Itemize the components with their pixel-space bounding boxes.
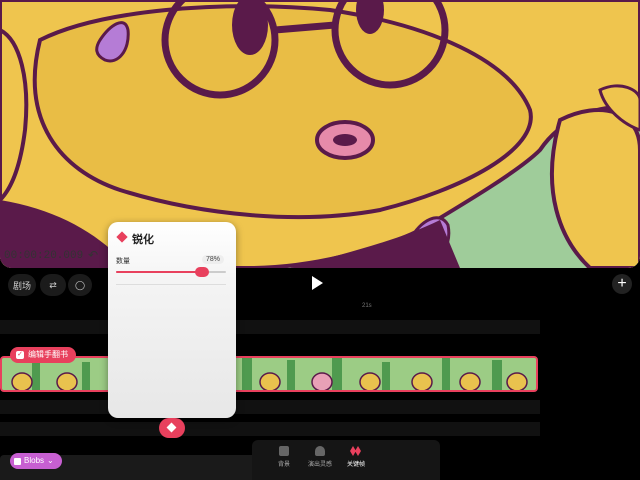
empty-track <box>0 400 540 414</box>
blobs-dropdown[interactable]: Blobs ⌄ <box>10 453 62 469</box>
tab-label: 关键帧 <box>346 462 365 468</box>
blobs-label: Blobs <box>24 456 45 465</box>
undo-icon[interactable]: ↶ <box>88 248 98 262</box>
clip-label[interactable]: ✓ 编辑手翻书 <box>10 347 76 363</box>
timeline-ruler: 21s <box>0 300 640 314</box>
bottom-tab-bar: 背景 演出灵感 关键帧 <box>252 440 440 480</box>
tab-background[interactable]: 背景 <box>264 446 304 468</box>
ruler-label: 21s <box>362 303 372 309</box>
background-icon <box>279 446 289 456</box>
chevron-down-icon: ⌄ <box>47 456 54 465</box>
add-button[interactable]: + <box>612 274 632 294</box>
timecode: 00:00:20.009 <box>4 250 84 262</box>
tab-keyframes[interactable]: 关键帧 <box>336 446 376 468</box>
scene-button[interactable]: 剧场 <box>8 274 36 296</box>
slider-thumb[interactable] <box>195 267 209 277</box>
slider-fill <box>116 271 202 273</box>
inspiration-icon <box>315 446 325 456</box>
checkbox-icon: ✓ <box>16 351 24 359</box>
sharpen-popup: 锐化 数量 78% <box>108 222 236 418</box>
empty-track <box>0 422 540 436</box>
play-button[interactable] <box>312 276 323 290</box>
empty-track <box>0 320 540 334</box>
tab-label: 演出灵感 <box>307 462 332 468</box>
preview-artwork <box>0 0 640 268</box>
clip-label-text: 编辑手翻书 <box>28 350 68 359</box>
clip-thumbnails <box>2 358 536 390</box>
amount-slider[interactable] <box>116 267 226 277</box>
popup-title: 锐化 <box>132 234 154 246</box>
sharpen-icon <box>116 231 128 243</box>
flipbook-clip[interactable] <box>0 356 538 392</box>
amount-label: 数量 <box>116 258 130 265</box>
keyframe-button[interactable] <box>159 418 185 438</box>
adjust-icon[interactable]: ⇄ <box>40 274 66 296</box>
keyframe-icon <box>350 446 362 456</box>
layer-icon <box>14 457 21 465</box>
amount-value: 78% <box>202 255 225 264</box>
tab-inspiration[interactable]: 演出灵感 <box>300 446 340 468</box>
divider <box>116 284 226 285</box>
video-preview[interactable]: 00:00:20.009 ↶ <box>0 0 640 268</box>
tab-label: 背景 <box>277 462 290 468</box>
comment-icon[interactable]: ◯ <box>68 274 92 296</box>
scene-button-label: 剧场 <box>12 280 31 291</box>
